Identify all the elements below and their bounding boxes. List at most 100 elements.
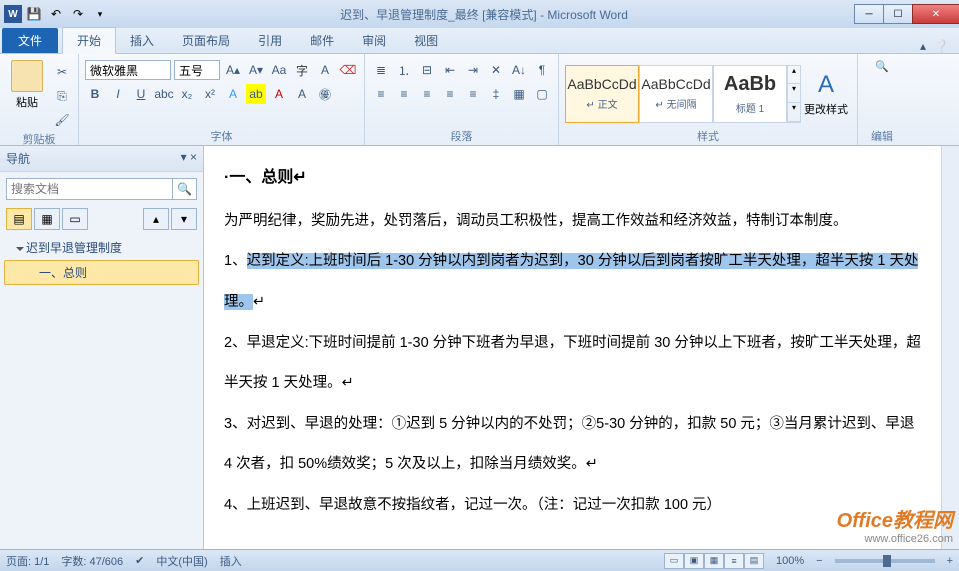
underline-icon[interactable]: U — [131, 84, 151, 104]
undo-icon[interactable]: ↶ — [46, 4, 66, 24]
multilevel-icon[interactable]: ⊟ — [417, 60, 437, 80]
tab-insert[interactable]: 插入 — [116, 28, 168, 53]
tab-review[interactable]: 审阅 — [348, 28, 400, 53]
view-outline-icon[interactable]: ≡ — [724, 553, 744, 569]
zoom-out-icon[interactable]: − — [816, 555, 822, 567]
tab-layout[interactable]: 页面布局 — [168, 28, 244, 53]
qat-dropdown-icon[interactable]: ▾ — [90, 4, 110, 24]
document-area[interactable]: ·一、总则↵ 为严明纪律，奖励先进，处罚落后，调动员工积极性，提高工作效益和经济… — [204, 146, 959, 549]
highlight-icon[interactable]: ab — [246, 84, 266, 104]
format-painter-icon[interactable]: 🖌 — [52, 110, 72, 130]
tab-mailings[interactable]: 邮件 — [296, 28, 348, 53]
nav-close-icon[interactable]: ▾ × — [181, 150, 197, 167]
tab-home[interactable]: 开始 — [62, 27, 116, 54]
style-normal[interactable]: AaBbCcDd ↵ 正文 — [565, 65, 639, 123]
ribbon: 粘贴 ✂ ⎘ 🖌 剪贴板 微软雅黑 五号 A▴ A▾ Aa 字 A ⌫ B — [0, 54, 959, 146]
editing-button[interactable]: 🔍 — [864, 56, 900, 73]
text-effects-icon[interactable]: A — [223, 84, 243, 104]
nav-title: 导航 — [6, 150, 30, 167]
grow-font-icon[interactable]: A▴ — [223, 60, 243, 80]
para-1: 为严明纪律，奖励先进，处罚落后，调动员工积极性，提高工作效益和经济效益，特制订本… — [224, 201, 939, 242]
nav-view-headings[interactable]: ▤ — [6, 208, 32, 230]
decrease-indent-icon[interactable]: ⇤ — [440, 60, 460, 80]
search-input[interactable] — [6, 178, 173, 200]
nav-prev-icon[interactable]: ▴ — [143, 208, 169, 230]
status-language[interactable]: 中文(中国) — [156, 553, 207, 569]
heading: ·一、总则↵ — [224, 156, 939, 201]
paste-button[interactable]: 粘贴 — [6, 56, 48, 110]
align-right-icon[interactable]: ≡ — [417, 84, 437, 104]
proofing-icon[interactable]: ✔ — [135, 554, 144, 567]
redo-icon[interactable]: ↷ — [68, 4, 88, 24]
zoom-in-icon[interactable]: + — [947, 555, 953, 567]
styles-scroll[interactable]: ▴▾▾ — [787, 65, 801, 123]
bullets-icon[interactable]: ≣ — [371, 60, 391, 80]
status-mode[interactable]: 插入 — [220, 553, 242, 569]
enclose-char-icon[interactable]: ㊝ — [315, 84, 335, 104]
copy-icon[interactable]: ⎘ — [52, 86, 72, 106]
strike-icon[interactable]: abc — [154, 84, 174, 104]
distributed-icon[interactable]: ≡ — [463, 84, 483, 104]
zoom-slider[interactable] — [835, 559, 935, 563]
status-page[interactable]: 页面: 1/1 — [6, 553, 49, 569]
style-nospacing[interactable]: AaBbCcDd ↵ 无间隔 — [639, 65, 713, 123]
font-size-combo[interactable]: 五号 — [174, 60, 220, 80]
status-words[interactable]: 字数: 47/606 — [61, 553, 123, 569]
tab-view[interactable]: 视图 — [400, 28, 452, 53]
group-clipboard: 粘贴 ✂ ⎘ 🖌 剪贴板 — [0, 54, 79, 145]
tab-references[interactable]: 引用 — [244, 28, 296, 53]
character-border-icon[interactable]: A — [315, 60, 335, 80]
style-heading1[interactable]: AaBb 标题 1 — [713, 65, 787, 123]
sort-icon[interactable]: A↓ — [509, 60, 529, 80]
view-print-icon[interactable]: ▭ — [664, 553, 684, 569]
zoom-level[interactable]: 100% — [776, 555, 804, 567]
para-5: 4、上班迟到、早退故意不按指纹者，记过一次。（注：记过一次扣款 100 元） — [224, 485, 939, 526]
change-styles-button[interactable]: A 更改样式 — [801, 67, 851, 117]
italic-icon[interactable]: I — [108, 84, 128, 104]
character-shading-icon[interactable]: A — [292, 84, 312, 104]
borders-icon[interactable]: ▢ — [532, 84, 552, 104]
clear-format-icon[interactable]: ⌫ — [338, 60, 358, 80]
phonetic-guide-icon[interactable]: 字 — [292, 60, 312, 80]
minimize-ribbon-icon[interactable]: ▴ — [920, 39, 926, 53]
nav-view-results[interactable]: ▭ — [62, 208, 88, 230]
view-web-icon[interactable]: ▦ — [704, 553, 724, 569]
subscript-icon[interactable]: x₂ — [177, 84, 197, 104]
change-case-icon[interactable]: Aa — [269, 60, 289, 80]
file-tab[interactable]: 文件 — [2, 28, 58, 53]
shading-icon[interactable]: ▦ — [509, 84, 529, 104]
nav-view-pages[interactable]: ▦ — [34, 208, 60, 230]
tree-child-selected[interactable]: 一、总则 — [4, 260, 199, 285]
justify-icon[interactable]: ≡ — [440, 84, 460, 104]
search-icon[interactable]: 🔍 — [173, 178, 197, 200]
find-icon: 🔍 — [875, 60, 889, 73]
view-fullscreen-icon[interactable]: ▣ — [684, 553, 704, 569]
shrink-font-icon[interactable]: A▾ — [246, 60, 266, 80]
view-draft-icon[interactable]: ▤ — [744, 553, 764, 569]
asian-layout-icon[interactable]: ✕ — [486, 60, 506, 80]
close-button[interactable]: ✕ — [912, 4, 959, 24]
show-marks-icon[interactable]: ¶ — [532, 60, 552, 80]
help-icon[interactable]: ❔ — [934, 39, 949, 53]
word-app-icon: W — [4, 5, 22, 23]
align-left-icon[interactable]: ≡ — [371, 84, 391, 104]
increase-indent-icon[interactable]: ⇥ — [463, 60, 483, 80]
line-spacing-icon[interactable]: ‡ — [486, 84, 506, 104]
tree-root[interactable]: 迟到早退管理制度 — [4, 236, 199, 259]
save-icon[interactable]: 💾 — [24, 4, 44, 24]
style-label: ↵ 无间隔 — [655, 96, 696, 111]
superscript-icon[interactable]: x² — [200, 84, 220, 104]
align-center-icon[interactable]: ≡ — [394, 84, 414, 104]
numbering-icon[interactable]: ⒈ — [394, 60, 414, 80]
minimize-button[interactable]: ─ — [854, 4, 884, 24]
window-controls: ─ ☐ ✕ — [854, 4, 959, 24]
tree-root-label: 迟到早退管理制度 — [26, 241, 122, 255]
font-color-icon[interactable]: A — [269, 84, 289, 104]
bold-icon[interactable]: B — [85, 84, 105, 104]
vertical-scrollbar[interactable] — [941, 146, 959, 549]
font-name-combo[interactable]: 微软雅黑 — [85, 60, 171, 80]
nav-next-icon[interactable]: ▾ — [171, 208, 197, 230]
maximize-button[interactable]: ☐ — [883, 4, 913, 24]
cut-icon[interactable]: ✂ — [52, 62, 72, 82]
editing-group-label: 编辑 — [864, 127, 900, 145]
